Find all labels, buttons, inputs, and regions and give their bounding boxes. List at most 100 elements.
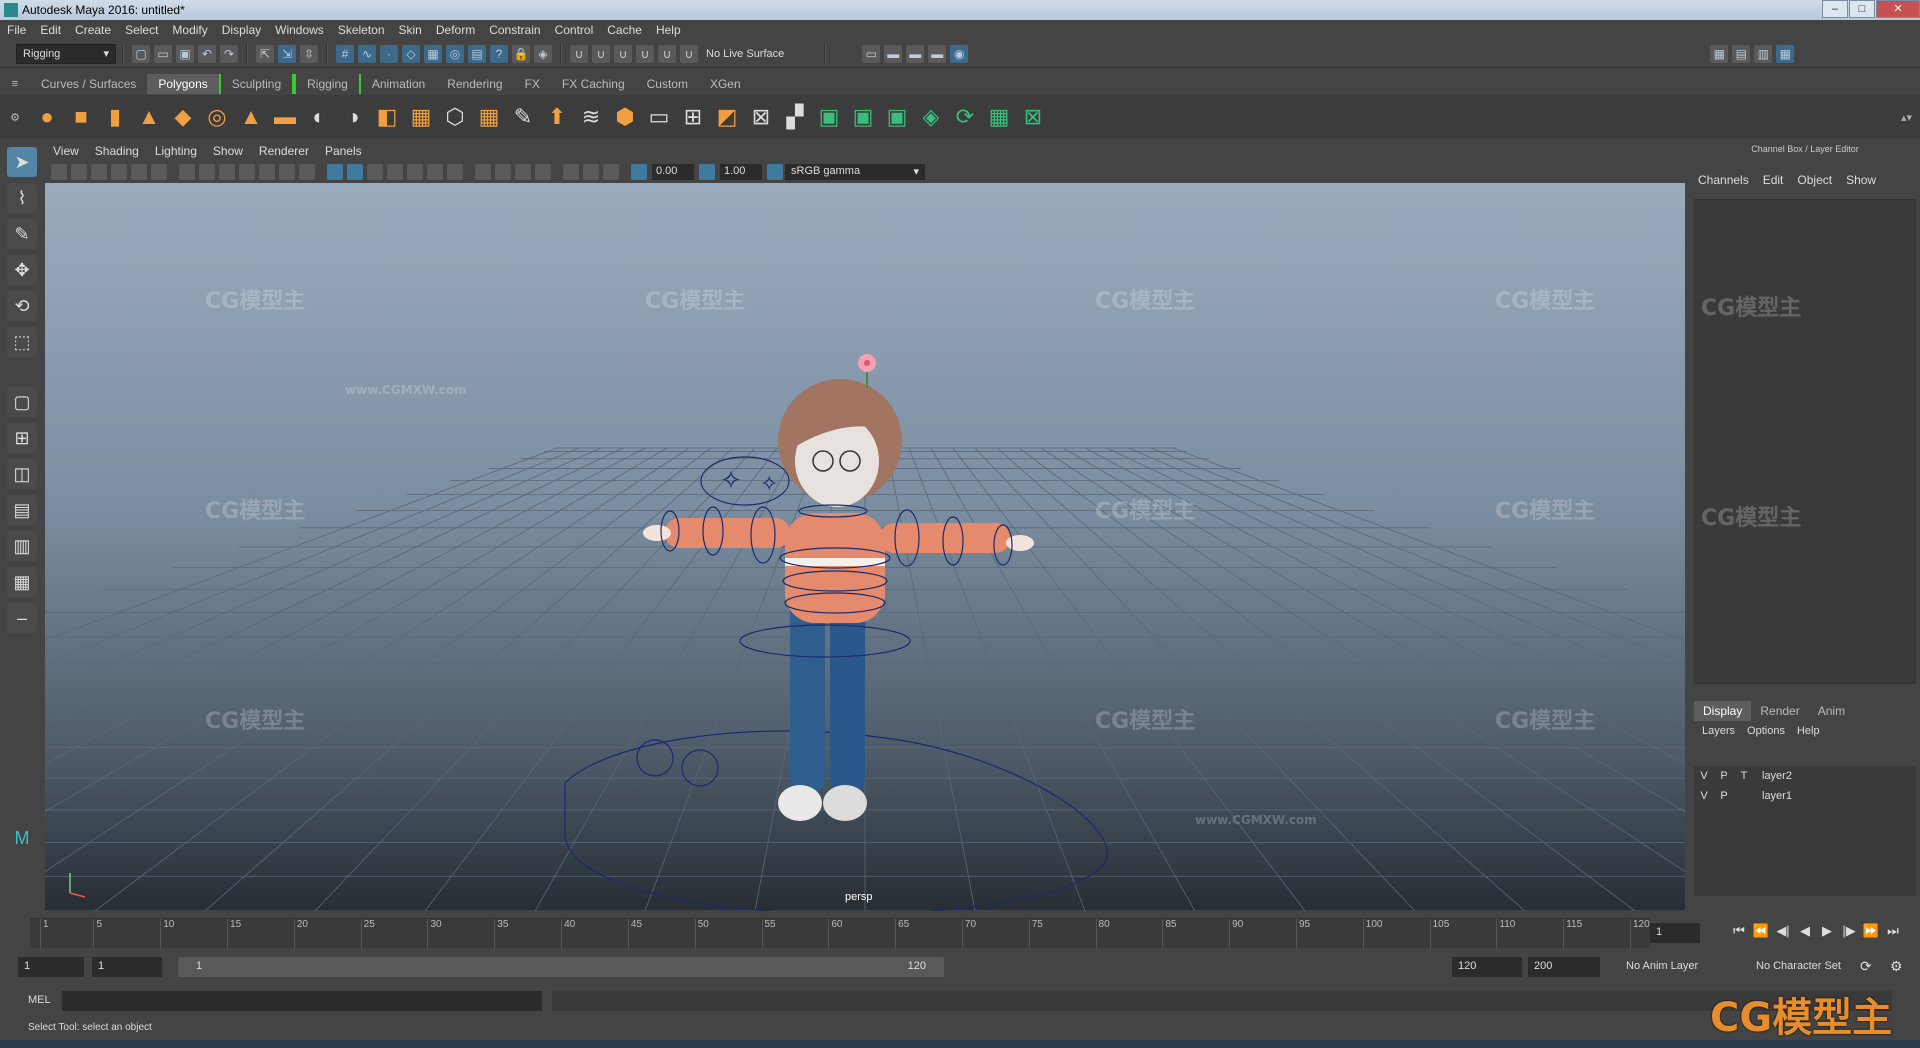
shelf-tab-fx-caching[interactable]: FX Caching: [551, 74, 636, 94]
viewport-menu-view[interactable]: View: [45, 144, 87, 158]
layer-visibility-toggle[interactable]: V: [1694, 790, 1714, 802]
select-component-icon[interactable]: ⇳: [300, 44, 318, 63]
shelf-tab-fx[interactable]: FX: [514, 74, 551, 94]
poly-pyramid-icon[interactable]: ▲: [236, 102, 266, 132]
menu-skin[interactable]: Skin: [392, 23, 429, 37]
channel-box-area[interactable]: CG模型主 CG模型主: [1694, 199, 1916, 684]
animation-end-field[interactable]: 200: [1528, 957, 1600, 977]
magnet-live-icon[interactable]: ∪: [680, 44, 698, 63]
history-icon[interactable]: ▤: [468, 44, 486, 63]
uv-cylindrical-icon[interactable]: ▣: [848, 102, 878, 132]
step-forward-frame-button[interactable]: |▶: [1838, 923, 1860, 943]
single-pane-layout-icon[interactable]: ▢: [7, 387, 37, 417]
left-foot-control[interactable]: [636, 739, 674, 777]
motion-blur-icon[interactable]: [495, 164, 511, 180]
layer-name[interactable]: layer1: [1762, 790, 1792, 802]
layer-row[interactable]: V P layer1: [1694, 786, 1916, 806]
layer-playback-toggle[interactable]: P: [1714, 770, 1734, 782]
channel-menu-channels[interactable]: Channels: [1698, 173, 1749, 187]
play-backwards-button[interactable]: ◀: [1794, 923, 1816, 943]
outliner-layout-icon[interactable]: ▤: [7, 495, 37, 525]
menu-control[interactable]: Control: [548, 23, 601, 37]
menuset-dropdown[interactable]: Rigging ▾: [16, 43, 116, 64]
gate-mask-icon[interactable]: [239, 164, 255, 180]
step-forward-key-button[interactable]: ⏩: [1860, 923, 1882, 943]
insert-edge-loop-icon[interactable]: ⊞: [678, 102, 708, 132]
playback-end-field[interactable]: 120: [1452, 957, 1522, 977]
shelf-tab-polygons[interactable]: Polygons: [147, 74, 219, 94]
render-settings-icon[interactable]: ▬: [928, 44, 947, 63]
mirror-icon[interactable]: ▦: [474, 102, 504, 132]
tab-render[interactable]: Render: [1751, 701, 1808, 721]
channel-box-icon[interactable]: ▦: [1776, 44, 1795, 63]
select-hierarchy-icon[interactable]: ⇱: [256, 44, 274, 63]
layer-menu-help[interactable]: Help: [1797, 725, 1820, 737]
xray-icon[interactable]: [447, 164, 463, 180]
uv-spherical-icon[interactable]: ▣: [882, 102, 912, 132]
shelf-scroll-icon[interactable]: ▴▾: [1901, 111, 1912, 124]
command-language-label[interactable]: MEL: [28, 994, 51, 1006]
viewport-menu-panels[interactable]: Panels: [317, 144, 370, 158]
snap-view-plane-icon[interactable]: ◇: [402, 44, 420, 63]
uv-editor-icon[interactable]: ⟳: [950, 102, 980, 132]
textured-icon[interactable]: [387, 164, 403, 180]
render-frame-icon[interactable]: ▬: [884, 44, 903, 63]
magnet-icon[interactable]: ∪: [570, 44, 588, 63]
magnet-curve-icon[interactable]: ∪: [592, 44, 610, 63]
play-forwards-button[interactable]: ▶: [1816, 923, 1838, 943]
extract-icon[interactable]: ◧: [372, 102, 402, 132]
menu-windows[interactable]: Windows: [268, 23, 331, 37]
question-icon[interactable]: ?: [490, 44, 508, 63]
undo-icon[interactable]: ↶: [198, 44, 216, 63]
menu-skeleton[interactable]: Skeleton: [331, 23, 392, 37]
poly-cylinder-icon[interactable]: ▮: [100, 102, 130, 132]
bevel-icon[interactable]: ⬢: [610, 102, 640, 132]
bookmark-icon[interactable]: [91, 164, 107, 180]
layer-menu-layers[interactable]: Layers: [1702, 725, 1735, 737]
hypershade-icon[interactable]: ◉: [950, 44, 969, 63]
layer-row[interactable]: V P T layer2: [1694, 766, 1916, 786]
snap-point-icon[interactable]: ·: [380, 44, 398, 63]
anti-aliasing-icon[interactable]: [515, 164, 531, 180]
xray-active-icon[interactable]: [603, 164, 619, 180]
combine-icon[interactable]: ◐: [304, 102, 334, 132]
menu-modify[interactable]: Modify: [165, 23, 214, 37]
shadows-icon[interactable]: [427, 164, 443, 180]
multi-cut-icon[interactable]: ✎: [508, 102, 538, 132]
viewport-menu-renderer[interactable]: Renderer: [251, 144, 317, 158]
minimize-button[interactable]: –: [1822, 0, 1848, 18]
uv-unfold-icon[interactable]: ⊠: [1018, 102, 1048, 132]
viewport-menu-shading[interactable]: Shading: [87, 144, 147, 158]
safe-action-icon[interactable]: [279, 164, 295, 180]
current-frame-field[interactable]: 1: [1650, 923, 1700, 943]
viewport-menu-show[interactable]: Show: [205, 144, 251, 158]
range-bar[interactable]: 1 120: [178, 957, 944, 977]
uv-layout-icon[interactable]: ▦: [984, 102, 1014, 132]
shelf-tab-rigging[interactable]: Rigging: [294, 74, 361, 94]
isolate-select-icon[interactable]: [563, 164, 579, 180]
magnet-point-icon[interactable]: ∪: [614, 44, 632, 63]
wireframe-icon[interactable]: [327, 164, 343, 180]
layer-name[interactable]: layer2: [1762, 770, 1792, 782]
tab-display[interactable]: Display: [1694, 701, 1752, 721]
hypershade-layout-icon[interactable]: ▦: [7, 567, 37, 597]
menu-select[interactable]: Select: [118, 23, 165, 37]
layer-template-toggle[interactable]: T: [1734, 770, 1754, 782]
separate-icon[interactable]: ◑: [338, 102, 368, 132]
viewport-menu-lighting[interactable]: Lighting: [147, 144, 205, 158]
channel-menu-show[interactable]: Show: [1846, 173, 1876, 187]
shelf-tab-sculpting[interactable]: Sculpting: [218, 74, 295, 94]
use-lights-icon[interactable]: [407, 164, 423, 180]
menu-cache[interactable]: Cache: [600, 23, 649, 37]
3d-viewport[interactable]: ✧ ✧ CG模型主 CG模型主 CG模型主 CG模型主 CG模型主 CG模型主 …: [45, 183, 1685, 911]
color-space-dropdown[interactable]: sRGB gamma ▾: [785, 164, 925, 180]
menu-edit[interactable]: Edit: [33, 23, 68, 37]
collapse-icon[interactable]: –: [7, 603, 37, 633]
menu-display[interactable]: Display: [215, 23, 268, 37]
pick-icon[interactable]: ◈: [534, 44, 552, 63]
bridge-icon[interactable]: ≋: [576, 102, 606, 132]
rotate-tool-icon[interactable]: ⟲: [7, 291, 37, 321]
gamma-icon[interactable]: [699, 164, 715, 180]
anim-layer-label[interactable]: No Anim Layer: [1626, 960, 1698, 972]
save-scene-icon[interactable]: ▣: [176, 44, 194, 63]
